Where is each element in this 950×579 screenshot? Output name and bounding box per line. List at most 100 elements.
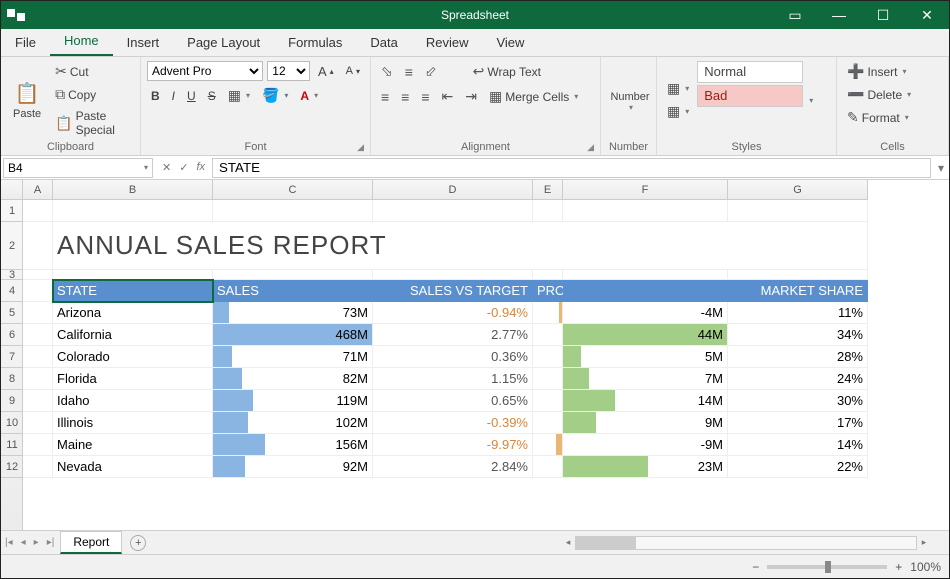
cell-profit[interactable]: -4M: [563, 302, 728, 324]
zoom-level[interactable]: 100%: [910, 560, 941, 574]
cell-market-share[interactable]: 34%: [728, 324, 868, 346]
cell-sales-vs-target[interactable]: 0.36%: [373, 346, 533, 368]
cancel-formula-button[interactable]: ✕: [159, 161, 174, 174]
sheet-nav-next-button[interactable]: ▸: [30, 537, 43, 548]
col-header-G[interactable]: G: [728, 180, 868, 200]
fill-color-button[interactable]: 🪣▾: [258, 85, 292, 106]
hscroll-left-button[interactable]: ◂: [561, 537, 575, 548]
hscroll-track[interactable]: [575, 536, 917, 550]
align-middle-button[interactable]: ≡: [401, 62, 417, 82]
font-launcher-icon[interactable]: ◢: [357, 142, 364, 153]
sheet-nav-prev-button[interactable]: ◂: [17, 537, 30, 548]
cell-market-share[interactable]: 11%: [728, 302, 868, 324]
sheet-nav-last-button[interactable]: ▸|: [43, 537, 59, 548]
cell-state[interactable]: Arizona: [53, 302, 213, 324]
cell-profit[interactable]: 23M: [563, 456, 728, 478]
cell-sales[interactable]: 119M: [213, 390, 373, 412]
borders-button[interactable]: ▦▾: [224, 85, 254, 106]
col-header-E[interactable]: E: [533, 180, 563, 200]
cell-market-share[interactable]: 17%: [728, 412, 868, 434]
formula-input[interactable]: [212, 158, 931, 178]
header-profit[interactable]: PROFIT: [533, 280, 563, 302]
cell-sales-vs-target[interactable]: -0.39%: [373, 412, 533, 434]
header-profit-blank[interactable]: [563, 280, 728, 302]
align-center-button[interactable]: ≡: [397, 87, 413, 107]
tab-view[interactable]: View: [482, 30, 538, 56]
tab-formulas[interactable]: Formulas: [274, 30, 356, 56]
conditional-format-button[interactable]: ▦▾: [663, 78, 693, 99]
align-right-button[interactable]: ≡: [417, 87, 433, 107]
cell-sales[interactable]: 71M: [213, 346, 373, 368]
cell-profit-bar-neg[interactable]: [533, 346, 563, 368]
underline-button[interactable]: U: [183, 87, 200, 105]
wrap-text-button[interactable]: ↩Wrap Text: [469, 61, 545, 82]
cell-sales-vs-target[interactable]: -9.97%: [373, 434, 533, 456]
row-header-5[interactable]: 5: [1, 302, 23, 324]
row-header-6[interactable]: 6: [1, 324, 23, 346]
row-header-1[interactable]: 1: [1, 200, 23, 222]
cell-profit-bar-neg[interactable]: [533, 302, 563, 324]
cell-profit[interactable]: 44M: [563, 324, 728, 346]
cell-style-normal[interactable]: Normal: [697, 61, 803, 83]
zoom-slider[interactable]: [767, 565, 887, 569]
name-box[interactable]: B4▾: [3, 158, 153, 178]
cell-sales[interactable]: 468M: [213, 324, 373, 346]
header-state[interactable]: STATE: [53, 280, 213, 302]
header-sales-vs-target[interactable]: SALES VS TARGET: [373, 280, 533, 302]
merge-cells-button[interactable]: ▦Merge Cells▾: [485, 86, 582, 107]
font-color-button[interactable]: A▾: [296, 87, 322, 105]
col-header-A[interactable]: A: [23, 180, 53, 200]
enter-formula-button[interactable]: ✓: [176, 161, 191, 174]
cell-sales-vs-target[interactable]: 2.77%: [373, 324, 533, 346]
number-format-button[interactable]: Number ▾: [607, 61, 653, 139]
cell-sales-vs-target[interactable]: 2.84%: [373, 456, 533, 478]
cell-profit-bar-neg[interactable]: [533, 390, 563, 412]
header-market-share[interactable]: MARKET SHARE: [728, 280, 868, 302]
cell-profit[interactable]: 7M: [563, 368, 728, 390]
alignment-launcher-icon[interactable]: ◢: [587, 142, 594, 153]
col-header-B[interactable]: B: [53, 180, 213, 200]
hscroll-thumb[interactable]: [576, 537, 636, 549]
cell-profit[interactable]: 14M: [563, 390, 728, 412]
row-header-9[interactable]: 9: [1, 390, 23, 412]
increase-font-button[interactable]: A▴: [314, 62, 338, 81]
col-header-C[interactable]: C: [213, 180, 373, 200]
copy-button[interactable]: ⧉Copy: [51, 84, 134, 105]
row-header-8[interactable]: 8: [1, 368, 23, 390]
tab-page-layout[interactable]: Page Layout: [173, 30, 274, 56]
align-bottom-button[interactable]: ⬃: [421, 61, 441, 82]
expand-formula-icon[interactable]: ▾: [933, 161, 949, 175]
row-header-12[interactable]: 12: [1, 456, 23, 478]
namebox-dropdown-icon[interactable]: ▾: [144, 163, 148, 172]
cell-state[interactable]: Florida: [53, 368, 213, 390]
cell-sales-vs-target[interactable]: -0.94%: [373, 302, 533, 324]
decrease-indent-button[interactable]: ⇤: [438, 86, 458, 107]
cut-button[interactable]: ✂Cut: [51, 61, 134, 82]
cell-market-share[interactable]: 30%: [728, 390, 868, 412]
cell-profit[interactable]: 5M: [563, 346, 728, 368]
select-all-corner[interactable]: [1, 180, 23, 200]
row-header-3[interactable]: 3: [1, 270, 23, 280]
cell-sales[interactable]: 73M: [213, 302, 373, 324]
insert-function-button[interactable]: fx: [193, 161, 208, 174]
cell-state[interactable]: California: [53, 324, 213, 346]
row-header-10[interactable]: 10: [1, 412, 23, 434]
styles-more-icon[interactable]: ▾: [809, 96, 813, 105]
paste-special-button[interactable]: 📋Paste Special: [51, 107, 134, 139]
cell-state[interactable]: Nevada: [53, 456, 213, 478]
tab-file[interactable]: File: [1, 30, 50, 56]
cell-state[interactable]: Illinois: [53, 412, 213, 434]
cell-profit[interactable]: 9M: [563, 412, 728, 434]
cell-profit-bar-neg[interactable]: [533, 456, 563, 478]
delete-cells-button[interactable]: ➖Delete▾: [843, 84, 915, 105]
sheet-tab-report[interactable]: Report: [60, 531, 122, 554]
sheet-nav-first-button[interactable]: |◂: [1, 537, 17, 548]
cell-profit-bar-neg[interactable]: [533, 368, 563, 390]
cell-profit[interactable]: -9M: [563, 434, 728, 456]
tab-data[interactable]: Data: [356, 30, 411, 56]
format-as-table-button[interactable]: ▦▾: [663, 101, 693, 122]
cell-sales-vs-target[interactable]: 0.65%: [373, 390, 533, 412]
cell-style-bad[interactable]: Bad: [697, 85, 803, 107]
cell-market-share[interactable]: 24%: [728, 368, 868, 390]
format-cells-button[interactable]: ✎Format▾: [843, 107, 915, 128]
